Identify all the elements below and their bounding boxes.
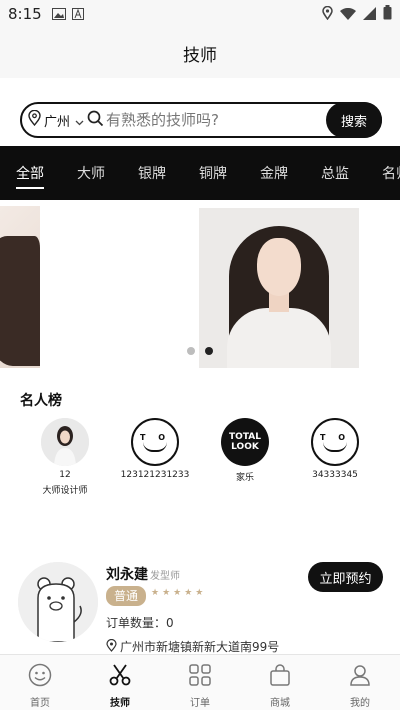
stylist-name: 刘永建 [106,567,148,583]
scissors-icon [108,663,132,691]
image-notification-icon [51,5,66,24]
stylist-title: 发型师 [150,571,180,582]
celebrity-count: 34333345 [312,470,358,480]
location-pin-icon [106,638,117,655]
tab-director[interactable]: 总监 [321,163,349,183]
address-text: 广州市新塘镇新新大道南99号 [120,640,280,654]
level-badge: 普通 [106,586,147,606]
nav-label: 我的 [350,698,370,709]
status-time: 8:15 [8,5,42,23]
bottom-navigation: 首页 技师 订单 商城 我的 [0,654,400,710]
tab-all[interactable]: 全部 [16,163,44,189]
tab-gold[interactable]: 金牌 [260,163,288,183]
nav-label: 首页 [30,698,50,709]
nav-label: 技师 [110,698,130,709]
celebrity-count: 12 [59,470,71,480]
avatar[interactable] [41,418,89,466]
nav-home[interactable]: 首页 [0,655,80,710]
avatar-to-logo[interactable]: T O [131,418,179,466]
carousel-dot-active[interactable] [205,347,213,355]
nav-label: 订单 [190,698,210,709]
avatar-total-look-logo[interactable]: TOTAL LOOK [221,418,269,466]
page-title: 技师 [183,45,217,66]
nav-orders[interactable]: 订单 [160,655,240,710]
page-header: 技师 [0,28,400,78]
chevron-down-icon[interactable] [75,111,84,130]
celebrity-item[interactable]: T O 34333345 [290,418,380,480]
search-icon [87,110,104,131]
nav-label: 商城 [270,698,290,709]
search-input[interactable] [106,111,307,129]
celebrity-list: 12 大师设计师 T O 123121231233 TOTAL LOOK 家乐 … [0,418,400,508]
bear-avatar-icon [18,562,98,642]
shopping-bag-icon [268,663,292,691]
book-now-button[interactable]: 立即预约 [308,562,383,592]
rating-stars: ★★★★★ [151,588,207,598]
carousel-dot[interactable] [187,347,195,355]
location-icon [322,5,333,24]
celebrity-item[interactable]: T O 123121231233 [110,418,200,480]
smile-icon [143,442,167,452]
tab-bronze[interactable]: 铜牌 [199,163,227,183]
logo-text-line1: TOTAL [229,432,261,442]
status-bar: 8:15 [0,0,400,28]
location-pin-icon [28,109,41,130]
celebrity-count: 123121231233 [120,470,190,480]
logo-text: T O [319,432,351,442]
avatar-to-logo[interactable]: T O [311,418,359,466]
app-notification-icon [71,5,84,24]
smile-icon [323,442,347,452]
category-tabs: 全部 大师 银牌 铜牌 金牌 总监 名师 [0,146,400,200]
tab-famous[interactable]: 名师 [382,163,400,183]
logo-text-line2: LOOK [231,442,259,452]
celebrity-item[interactable]: 12 大师设计师 [20,418,110,496]
nav-mall[interactable]: 商城 [240,655,320,710]
city-selector[interactable]: 广州 [44,111,70,130]
logo-text: T O [139,432,171,442]
stylist-card[interactable]: 刘永建 发型师 普通 ★★★★★ 订单数量：0 广州市新塘镇新新大道南99号 立… [8,530,392,656]
tab-master[interactable]: 大师 [77,163,105,183]
celebrity-item[interactable]: TOTAL LOOK 家乐 [200,418,290,483]
wifi-icon [340,5,356,24]
battery-icon [383,4,392,24]
search-bar: 广州 搜索 [20,102,382,138]
address: 广州市新塘镇新新大道南99号 [106,638,279,655]
banner-slide-previous[interactable] [0,206,40,368]
grid-icon [188,663,212,691]
stylist-avatar[interactable] [18,562,98,642]
signal-icon [363,5,376,24]
celebrity-count: 家乐 [235,473,254,483]
tab-silver[interactable]: 银牌 [138,163,166,183]
nav-stylist[interactable]: 技师 [80,655,160,710]
nav-profile[interactable]: 我的 [320,655,400,710]
carousel-indicator [187,347,213,355]
user-icon [348,663,372,691]
order-count: 订单数量：0 [106,616,174,630]
smile-face-icon [28,663,52,691]
banner-carousel[interactable] [0,206,400,368]
banner-slide-current[interactable] [199,208,359,368]
celebrity-section-title: 名人榜 [20,393,62,409]
celebrity-role: 大师设计师 [42,486,88,496]
search-button[interactable]: 搜索 [326,102,382,138]
